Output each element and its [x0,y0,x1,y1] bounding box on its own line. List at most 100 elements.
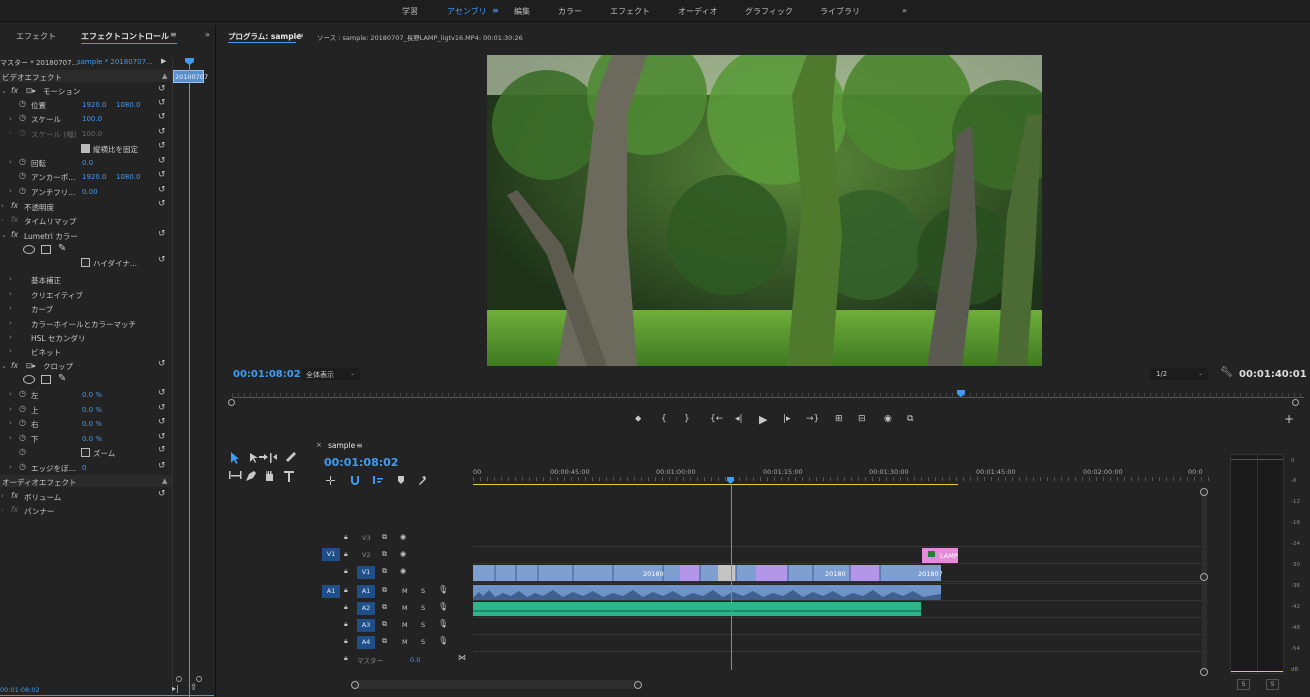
v1-clip-purple[interactable] [756,565,788,581]
eye-icon[interactable]: ◉ [400,533,406,541]
mute-button[interactable]: M [402,604,408,612]
reset-icon[interactable]: ↺ [158,170,166,180]
zoom-handle-right[interactable] [1292,399,1299,406]
expand-chevron-icon[interactable]: › [1,216,4,224]
solo-left-button[interactable]: S [1237,679,1250,690]
track-a3-label[interactable]: A3 [357,619,375,632]
track-a1-label[interactable]: A1 [357,585,375,598]
reset-icon[interactable]: ↺ [158,141,166,151]
panel-menu-icon[interactable]: ≡ [356,441,363,450]
comparison-view-icon[interactable]: ⧉ [907,414,913,424]
workspace-edit[interactable]: 編集 [514,6,530,17]
crop-left-value[interactable]: 0.0 % [82,391,102,399]
source-v1-patch[interactable]: V1 [322,548,340,561]
microphone-icon[interactable]: 🎙︎ [438,602,448,611]
position-x-value[interactable]: 1920.0 [82,101,107,109]
camera-icon[interactable]: ◉ [884,414,892,424]
lock-icon[interactable]: 🔒︎ [344,637,348,646]
expand-chevron-icon[interactable]: ⌄ [1,87,7,95]
resolution-dropdown[interactable]: 1/2 ⌄ [1150,368,1208,380]
wrench-icon[interactable]: 🔧︎ [1220,367,1233,378]
fx-icon[interactable]: fx [11,491,18,500]
reset-icon[interactable]: ↺ [158,403,166,413]
lock-icon[interactable]: 🔒︎ [344,620,348,629]
sync-lock-icon[interactable]: ⧉ [382,567,387,576]
add-marker-icon[interactable] [398,476,404,484]
horizontal-scrollbar[interactable] [351,680,641,689]
sync-lock-icon[interactable]: ⧉ [382,603,387,612]
panel-menu-icon[interactable]: ≡ [297,31,304,40]
ellipse-mask-icon[interactable] [23,375,35,384]
ec-playhead-marker[interactable] [185,58,194,65]
lift-icon[interactable]: ⊞ [835,414,843,424]
workspace-menu-icon[interactable]: ≡ [492,6,499,15]
fx-icon[interactable]: fx [11,230,18,239]
collapse-arrow-icon[interactable]: ▲ [162,477,167,485]
export-icon[interactable]: ⇪ [190,683,198,693]
high-dynamic-checkbox[interactable] [81,258,90,267]
reset-icon[interactable]: ↺ [158,445,166,455]
stopwatch-icon[interactable]: ◷ [19,99,26,108]
track-v1-label[interactable]: V1 [357,566,375,579]
reset-icon[interactable]: ↺ [158,388,166,398]
expand-chevron-icon[interactable]: › [9,158,12,166]
linked-selection-icon[interactable] [373,476,383,484]
fx-icon[interactable]: fx [11,86,18,95]
reset-icon[interactable]: ↺ [158,489,166,499]
expand-chevron-icon[interactable]: › [9,463,12,471]
expand-chevron-icon[interactable]: › [9,419,12,427]
stopwatch-icon[interactable]: ◷ [19,186,26,195]
crop-bottom-value[interactable]: 0.0 % [82,435,102,443]
mark-out-icon[interactable]: } [684,414,690,424]
panel-menu-icon[interactable]: ≡ [170,30,177,39]
solo-button[interactable]: S [421,587,425,595]
lumetri-section-curves[interactable]: カーブ [31,304,53,315]
pen-mask-icon[interactable]: ✎ [58,243,66,254]
stopwatch-icon[interactable]: ◷ [19,171,26,180]
expand-chevron-icon[interactable]: › [9,115,12,123]
eye-icon[interactable]: ◉ [400,567,406,575]
tab-sequence[interactable]: sample [328,441,355,450]
workspace-graphics[interactable]: グラフィック [745,6,793,17]
reset-icon[interactable]: ↺ [158,417,166,427]
expand-chevron-icon[interactable]: › [9,405,12,413]
step-back-icon[interactable]: ◂| [735,414,743,424]
edge-feather-value[interactable]: 0 [82,464,86,472]
workspace-assembly[interactable]: アセンブリ [447,6,487,17]
sequence-clip-selector[interactable]: sample * 20180707... [77,58,153,66]
pen-tool-icon[interactable] [246,471,256,481]
crop-top-value[interactable]: 0.0 % [82,406,102,414]
expand-chevron-icon[interactable]: › [1,506,4,514]
filter-icon[interactable]: ▸| [172,684,179,693]
lumetri-section-wheels[interactable]: カラーホイールとカラーマッチ [31,319,136,330]
stopwatch-icon[interactable]: ◷ [19,447,26,456]
master-end-icon[interactable]: ⋈ [458,653,466,662]
reset-icon[interactable]: ↺ [158,98,166,108]
sync-lock-icon[interactable]: ⧉ [382,637,387,646]
microphone-icon[interactable]: 🎙︎ [438,619,448,628]
scroll-handle[interactable] [1200,573,1208,581]
expand-chevron-icon[interactable]: ⌄ [1,231,7,239]
workspace-effects[interactable]: エフェクト [610,6,650,17]
work-area-bar[interactable] [473,484,958,485]
workspace-color[interactable]: カラー [558,6,582,17]
add-marker-icon[interactable]: ⬥ [635,414,641,424]
stopwatch-icon[interactable]: ◷ [19,128,26,137]
reset-icon[interactable]: ↺ [158,185,166,195]
workspace-learn[interactable]: 学習 [402,6,418,17]
anchor-y-value[interactable]: 1080.0 [116,173,141,181]
track-select-tool-icon[interactable] [250,453,264,463]
go-to-in-icon[interactable]: {← [710,414,723,424]
anchor-x-value[interactable]: 1920.0 [82,173,107,181]
program-current-timecode[interactable]: 00:01:08:02 [233,369,301,380]
reset-icon[interactable]: ↺ [158,127,166,137]
stopwatch-icon[interactable]: ◷ [19,418,26,427]
mute-button[interactable]: M [402,621,408,629]
track-a2-label[interactable]: A2 [357,602,375,615]
microphone-icon[interactable]: 🎙︎ [438,585,448,594]
sync-lock-icon[interactable]: ⧉ [382,550,387,559]
fit-dropdown[interactable]: 全体表示 ⌄ [302,368,360,380]
eye-icon[interactable]: ◉ [400,550,406,558]
ec-timecode[interactable]: 00:01:08:02 [0,686,40,694]
slip-tool-icon[interactable] [229,471,242,479]
